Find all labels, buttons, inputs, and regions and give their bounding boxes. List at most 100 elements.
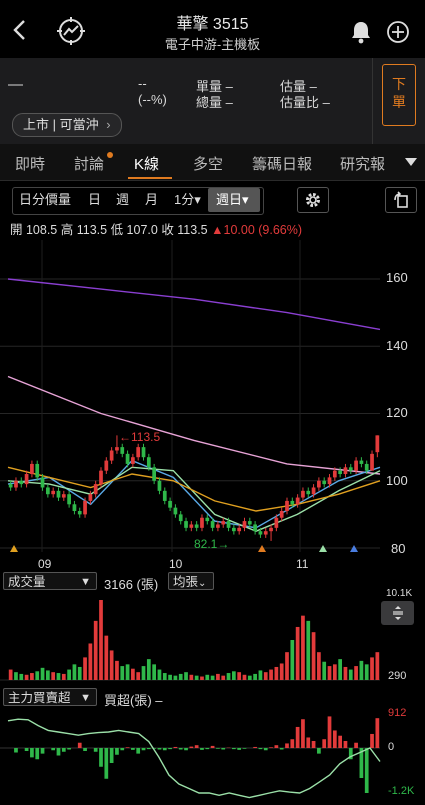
mainforce-bar [237, 748, 242, 750]
volume-bar [327, 666, 332, 680]
mainforce-chart[interactable] [0, 706, 425, 801]
volume-bar [189, 674, 194, 680]
candle-body [200, 517, 204, 528]
volume-bar [253, 673, 257, 680]
period-week-day[interactable]: 週日▾ [216, 189, 249, 211]
candle-body [301, 490, 305, 498]
mainforce-bar [221, 748, 226, 750]
volume-bar [210, 675, 215, 680]
volume-ma-select[interactable]: 均張⌄ [168, 572, 214, 590]
x-tick-10: 10 [169, 557, 183, 571]
volume-bar [338, 659, 343, 680]
candle-body [253, 524, 257, 532]
tab-chip-daily[interactable]: 籌碼日報 [252, 153, 312, 174]
mainforce-bar [338, 735, 343, 748]
candle-body [221, 521, 226, 525]
candle-body [146, 457, 151, 468]
order-button[interactable]: 下 單 [382, 64, 416, 126]
period-day[interactable]: 日 [88, 189, 101, 211]
chevron-down-icon: ⌄ [198, 578, 207, 589]
mainforce-bar [61, 748, 66, 752]
volume-bar [194, 675, 199, 680]
last-price: — [8, 76, 23, 93]
volume-bar [77, 666, 82, 680]
mainforce-bar [104, 748, 109, 779]
mainforce-bar [77, 742, 82, 748]
kline-chart[interactable] [0, 240, 425, 570]
settings-button[interactable] [297, 187, 329, 213]
caret-down-icon: ▼ [80, 692, 91, 704]
ohlc-open: 開 108.5 [10, 223, 58, 237]
panel-resize-button[interactable] [381, 601, 414, 625]
volume-bar [200, 676, 204, 680]
mainforce-bar [343, 740, 348, 748]
candle-body [67, 494, 71, 505]
volume-bar [237, 672, 242, 680]
candle-body [210, 521, 215, 528]
period-1min[interactable]: 1分▾ [174, 189, 201, 211]
volume-ma-label: 均張 [173, 575, 199, 589]
candle-body [338, 470, 343, 475]
candle-body [258, 531, 263, 535]
candle-body [375, 435, 380, 453]
candle-body [205, 517, 210, 522]
period-month[interactable]: 月 [145, 189, 158, 211]
x-tick-11: 11 [296, 557, 309, 571]
mainforce-bar [184, 748, 188, 751]
candle-body [178, 514, 183, 522]
tab-research[interactable]: 研究報 [340, 153, 394, 174]
tab-long-short[interactable]: 多空 [193, 153, 223, 174]
mainforce-bar [216, 748, 220, 749]
high-annotation: ←113.5 [119, 430, 161, 444]
candle-body [83, 500, 87, 515]
estimated-volume-ratio: 估量比 – [280, 95, 330, 110]
tab-kline[interactable]: K線 [134, 153, 159, 174]
bell-icon[interactable] [348, 18, 374, 46]
mainforce-bar [141, 748, 146, 751]
volume-bar [93, 620, 98, 680]
volume-bar [311, 632, 316, 680]
caret-down-icon[interactable] [401, 154, 421, 170]
rotate-screen-icon [392, 191, 410, 209]
candle-body [285, 500, 289, 512]
mainforce-bar [317, 748, 321, 754]
candle-body [279, 511, 284, 518]
candle-body [14, 480, 18, 488]
mainforce-bar [30, 748, 34, 758]
candle-body [348, 467, 353, 471]
candle-body [290, 500, 295, 505]
market-chip[interactable]: 上市 | 可當沖 › [12, 113, 122, 137]
candle-body [40, 477, 45, 488]
volume-indicator-select[interactable]: 成交量 ▼ [3, 572, 97, 590]
tab-bar: 即時 討論 K線 多空 籌碼日報 研究報 [0, 144, 425, 181]
volume-bar [125, 664, 130, 680]
mainforce-bar [125, 747, 130, 748]
candle-body [109, 450, 114, 461]
volume-bar [221, 675, 226, 680]
candle-body [274, 517, 279, 528]
low-annotation-value: 82.1 [194, 537, 218, 551]
mainforce-bar [194, 745, 199, 748]
rotate-button[interactable] [385, 187, 417, 213]
mainforce-indicator-select[interactable]: 主力買賣超 ▼ [3, 688, 97, 706]
add-circle-icon[interactable] [385, 18, 411, 46]
candle-body [311, 487, 316, 495]
mainforce-bar [51, 748, 56, 751]
tab-discussion[interactable]: 討論 [74, 153, 104, 174]
volume-bar [146, 659, 151, 680]
period-week[interactable]: 週 [116, 189, 129, 211]
mainforce-bar [40, 748, 45, 754]
volume-bar [88, 643, 93, 680]
volume-bar [269, 669, 273, 680]
mainforce-bar [327, 716, 332, 748]
volume-chart[interactable] [0, 590, 425, 685]
mainforce-bar [354, 742, 358, 748]
mainforce-bar [56, 748, 61, 756]
volume-indicator-label: 成交量 [8, 575, 46, 589]
period-intraday[interactable]: 日分價量 [19, 189, 71, 211]
volume-bar [152, 664, 157, 680]
mainforce-bar [242, 748, 247, 749]
ohlc-change: ▲10.00 (9.66%) [211, 223, 303, 237]
mainforce-bar [258, 748, 263, 750]
tab-realtime[interactable]: 即時 [15, 153, 45, 174]
